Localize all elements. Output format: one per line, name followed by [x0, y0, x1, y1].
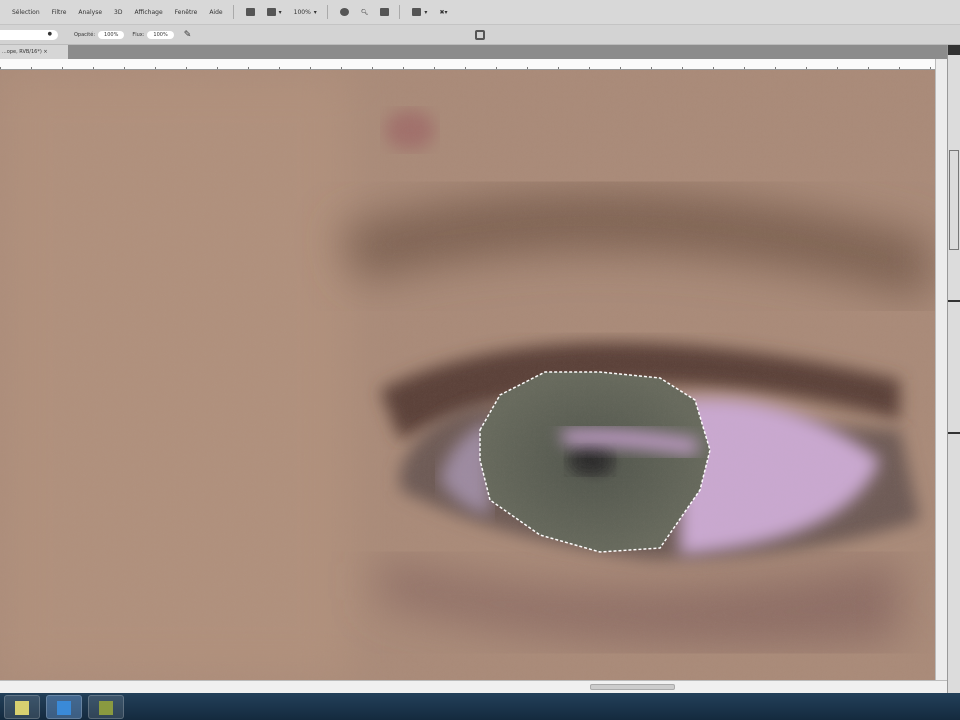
hand-icon[interactable] — [339, 8, 349, 16]
divider — [326, 5, 328, 19]
flow-label: Flux: — [132, 31, 145, 38]
media-icon — [99, 701, 113, 715]
arrange-icon[interactable] — [412, 8, 422, 16]
extras-icon[interactable] — [266, 8, 276, 16]
taskbar-media-button[interactable] — [88, 695, 124, 719]
menu-aide[interactable]: Aide — [209, 9, 222, 16]
divider — [232, 5, 234, 19]
document-tab[interactable]: ...ope, RVB/16*) × — [0, 45, 68, 59]
zoom-tool-icon[interactable]: 🔍︎ — [361, 9, 369, 16]
opacity-input[interactable]: 100% — [98, 30, 125, 39]
vertical-scrollbar[interactable] — [935, 59, 947, 680]
flow-input[interactable]: 100% — [147, 30, 174, 39]
menu-affichage[interactable]: Affichage — [134, 9, 162, 16]
panel-header — [948, 45, 960, 55]
divider — [399, 5, 401, 19]
panel-swatches[interactable] — [949, 150, 959, 250]
options-bar: ● Opacité: 100% Flux: 100% ✎ — [0, 25, 960, 45]
menu-fenetre[interactable]: Fenêtre — [175, 9, 198, 16]
folder-icon — [15, 701, 29, 715]
menu-3d[interactable]: 3D — [114, 9, 122, 16]
menu-filtre[interactable]: Filtre — [52, 9, 67, 16]
horizontal-scrollbar[interactable] — [0, 680, 947, 693]
tab-title: ...ope, RVB/16*) — [2, 49, 42, 55]
zoom-value: 100% — [293, 8, 311, 16]
divider — [948, 432, 960, 434]
menu-selection[interactable]: Sélection — [12, 9, 40, 16]
photoshop-icon — [57, 701, 71, 715]
image-canvas[interactable] — [0, 70, 935, 680]
bridge-icon[interactable] — [245, 8, 255, 16]
airbrush-icon[interactable]: ✎ — [184, 30, 192, 40]
tab-close-button[interactable]: × — [43, 49, 47, 55]
zoom-select[interactable]: 100% ▾ — [294, 9, 317, 16]
brush-preset[interactable]: ● — [0, 29, 58, 40]
menu-bar: Sélection Filtre Analyse 3D Affichage Fe… — [0, 0, 960, 25]
opacity-label: Opacité: — [74, 31, 96, 38]
panels-dock[interactable] — [947, 45, 960, 693]
menu-analyse[interactable]: Analyse — [78, 9, 102, 16]
screen-mode-icon[interactable]: ✖▾ — [439, 9, 447, 16]
tablet-pressure-icon[interactable] — [475, 30, 485, 40]
taskbar — [0, 693, 960, 720]
eye-photo — [0, 70, 935, 680]
scroll-thumb[interactable] — [590, 684, 675, 690]
rotate-icon[interactable] — [380, 8, 390, 16]
taskbar-explorer-button[interactable] — [4, 695, 40, 719]
horizontal-ruler — [0, 59, 935, 70]
divider — [948, 300, 960, 302]
taskbar-photoshop-button[interactable] — [46, 695, 82, 719]
document-tabs: ...ope, RVB/16*) × — [0, 45, 947, 59]
